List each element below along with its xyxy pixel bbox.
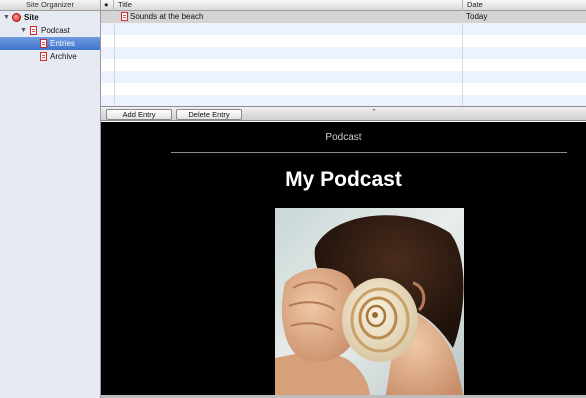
table-row-empty — [101, 59, 586, 71]
sidebar-item-label: Archive — [50, 52, 77, 61]
sidebar-item-archive[interactable]: Archive — [0, 50, 100, 63]
splitter-handle-icon[interactable]: ⌃ — [371, 108, 377, 116]
sidebar-item-podcast[interactable]: ▼ Podcast — [0, 24, 100, 37]
sidebar-item-label: Podcast — [41, 26, 70, 35]
sidebar-item-label: Site — [24, 13, 39, 22]
column-divider — [114, 11, 115, 106]
document-icon — [40, 39, 47, 48]
site-organizer-sidebar: Site Organizer ▼ Site ▼ Podcast Entries … — [0, 0, 101, 398]
disclosure-triangle-icon[interactable]: ▼ — [3, 11, 10, 24]
table-row-empty — [101, 23, 586, 35]
preview-site-name: Podcast — [325, 132, 362, 143]
column-divider — [462, 11, 463, 106]
sidebar-item-label: Entries — [50, 39, 75, 48]
entries-toolbar: Add Entry Delete Entry ⌃ — [101, 106, 586, 121]
preview-page-title: My Podcast — [285, 168, 402, 191]
table-row-empty — [101, 35, 586, 47]
document-icon — [121, 12, 128, 21]
site-icon — [12, 13, 21, 22]
sidebar-item-entries[interactable]: Entries — [0, 37, 100, 50]
sidebar-item-site[interactable]: ▼ Site — [0, 11, 100, 24]
preview-divider — [171, 152, 567, 153]
entry-date: Today — [466, 12, 488, 21]
document-icon — [40, 52, 47, 61]
sidebar-header: Site Organizer — [0, 0, 100, 11]
status-cell — [101, 11, 114, 23]
podcast-photo — [275, 208, 464, 398]
title-cell: Sounds at the beach — [114, 11, 463, 23]
table-row-empty — [101, 47, 586, 59]
delete-entry-button[interactable]: Delete Entry — [176, 109, 242, 120]
table-row-empty — [101, 83, 586, 95]
column-header-title[interactable]: Title — [114, 0, 463, 11]
table-row-empty — [101, 71, 586, 83]
page-preview: Podcast My Podcast — [101, 122, 586, 398]
column-header-status[interactable]: ● — [101, 0, 114, 11]
entry-title: Sounds at the beach — [130, 12, 204, 21]
disclosure-triangle-icon[interactable]: ▼ — [20, 24, 27, 37]
table-row[interactable]: Sounds at the beach Today — [101, 11, 586, 23]
column-header-date[interactable]: Date — [463, 0, 586, 11]
table-header: ● Title Date — [101, 0, 586, 11]
add-entry-button[interactable]: Add Entry — [106, 109, 172, 120]
table-rows: Sounds at the beach Today — [101, 11, 586, 107]
app-window: Site Organizer ▼ Site ▼ Podcast Entries … — [0, 0, 586, 398]
document-icon — [30, 26, 37, 35]
entries-table: ● Title Date Sounds at the beach Today — [101, 0, 586, 107]
